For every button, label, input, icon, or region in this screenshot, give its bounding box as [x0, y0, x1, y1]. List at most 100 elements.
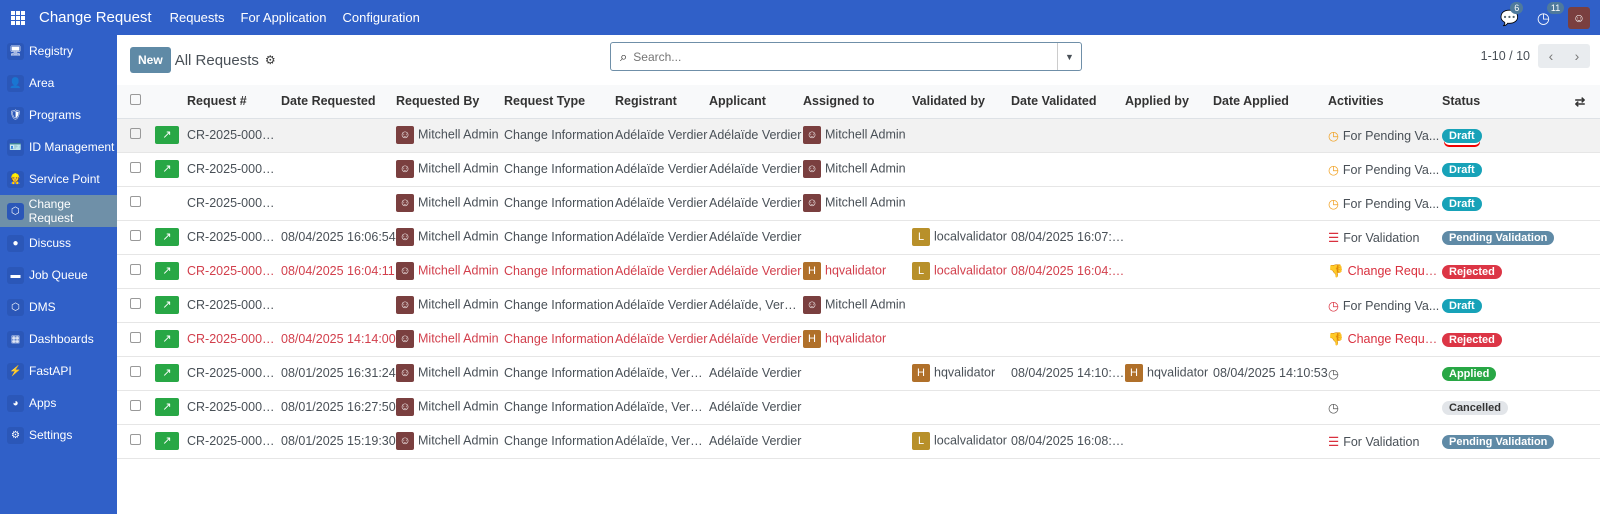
- clock-red-icon[interactable]: ◷: [1328, 299, 1339, 313]
- table-row[interactable]: ↗ CR-2025-000005 ☺ Mitchell Admin Change Inf…: [117, 288, 1600, 323]
- row-checkbox[interactable]: [130, 196, 141, 207]
- column-header-registrant[interactable]: Registrant: [615, 85, 709, 119]
- sidebar-item-registry[interactable]: 🖥 Registry: [0, 35, 117, 67]
- sidebar-item-id-management[interactable]: 🪪 ID Management: [0, 131, 117, 163]
- table-row[interactable]: ↗ CR-2025-000007 08/04/2025 16:06:54 ☺ Mitch…: [117, 220, 1600, 255]
- open-record-button[interactable]: ↗: [155, 398, 179, 416]
- list-red-icon[interactable]: ☰: [1328, 435, 1339, 449]
- column-header-date-requested[interactable]: Date Requested: [281, 85, 396, 119]
- column-header-activities[interactable]: Activities: [1328, 85, 1442, 119]
- open-record-button[interactable]: ↗: [155, 228, 179, 246]
- open-record-button[interactable]: ↗: [155, 126, 179, 144]
- sidebar-item-dms[interactable]: ⬡ DMS: [0, 291, 117, 323]
- optional-columns-toggle[interactable]: ⇄: [1560, 85, 1600, 119]
- row-checkbox[interactable]: [130, 128, 141, 139]
- activity-summary[interactable]: For Pending Va...: [1343, 197, 1439, 211]
- activities-cell[interactable]: 👎 Change Reques...: [1328, 322, 1442, 357]
- activity-summary[interactable]: For Validation: [1343, 231, 1419, 245]
- sidebar-item-change-request[interactable]: ⬡ Change Request: [0, 195, 117, 227]
- menu-for-application[interactable]: For Application: [241, 10, 327, 25]
- column-header-request-[interactable]: Request #: [187, 85, 281, 119]
- clock-gray-icon[interactable]: ◷: [1328, 401, 1339, 415]
- sidebar-item-apps[interactable]: ◕ Apps: [0, 387, 117, 419]
- sidebar-item-service-point[interactable]: 👷 Service Point: [0, 163, 117, 195]
- activity-summary[interactable]: For Pending Va...: [1343, 129, 1439, 143]
- messages-icon[interactable]: 💬 6: [1500, 1, 1524, 27]
- activity-summary[interactable]: Change Reques...: [1348, 332, 1442, 346]
- sidebar-item-discuss[interactable]: ● Discuss: [0, 227, 117, 259]
- activities-cell[interactable]: ◷: [1328, 390, 1442, 425]
- activities-cell[interactable]: ◷ For Pending Va...: [1328, 152, 1442, 187]
- row-checkbox[interactable]: [130, 162, 141, 173]
- app-menu-icon[interactable]: [11, 10, 25, 25]
- table-row[interactable]: ↗ CR-2025-000003 08/01/2025 16:31:24 ☺ Mitch…: [117, 356, 1600, 391]
- table-row[interactable]: CR-2025-000008 ☺ Mitchell Admin Change Info…: [117, 186, 1600, 221]
- search-options-dropdown[interactable]: ▼: [1057, 43, 1081, 70]
- row-checkbox[interactable]: [130, 366, 141, 377]
- pager-next-button[interactable]: ›: [1564, 44, 1590, 68]
- column-header-validated-by[interactable]: Validated by: [912, 85, 1011, 119]
- gear-icon[interactable]: ⚙: [265, 53, 276, 67]
- row-checkbox[interactable]: [130, 264, 141, 275]
- table-row[interactable]: ↗ CR-2025-000010 ☺ Mitchell Admin Change Inf…: [117, 118, 1600, 153]
- activities-icon[interactable]: ◷ 11: [1537, 1, 1565, 27]
- column-header-applied-by[interactable]: Applied by: [1125, 85, 1213, 119]
- app-title[interactable]: Change Request: [39, 9, 152, 26]
- sidebar-item-dashboards[interactable]: ▦ Dashboards: [0, 323, 117, 355]
- sidebar-item-job-queue[interactable]: ▬ Job Queue: [0, 259, 117, 291]
- table-row[interactable]: ↗ CR-2025-000004 08/04/2025 14:14:00 ☺ Mitch…: [117, 322, 1600, 357]
- thumbs-down-red-icon[interactable]: 👎: [1328, 264, 1344, 278]
- activities-cell[interactable]: ☰ For Validation: [1328, 424, 1442, 459]
- thumbs-down-red-icon[interactable]: 👎: [1328, 332, 1344, 346]
- row-checkbox[interactable]: [130, 230, 141, 241]
- pager-previous-button[interactable]: ‹: [1538, 44, 1564, 68]
- column-header-status[interactable]: Status: [1442, 85, 1560, 119]
- open-record-button[interactable]: ↗: [155, 160, 179, 178]
- open-record-button[interactable]: ↗: [155, 262, 179, 280]
- activities-cell[interactable]: ☰ For Validation: [1328, 220, 1442, 255]
- column-header-requested-by[interactable]: Requested By: [396, 85, 504, 119]
- clock-orange-icon[interactable]: ◷: [1328, 197, 1339, 211]
- clock-orange-icon[interactable]: ◷: [1328, 163, 1339, 177]
- open-record-button[interactable]: ↗: [155, 364, 179, 382]
- activity-summary[interactable]: For Pending Va...: [1343, 299, 1439, 313]
- row-checkbox[interactable]: [130, 332, 141, 343]
- column-header-assigned-to[interactable]: Assigned to: [803, 85, 912, 119]
- activities-cell[interactable]: ◷ For Pending Va...: [1328, 186, 1442, 221]
- sidebar-item-programs[interactable]: 🛡 Programs: [0, 99, 117, 131]
- clock-orange-icon[interactable]: ◷: [1328, 129, 1339, 143]
- table-row[interactable]: ↗ CR-2025-000006 08/04/2025 16:04:11 ☺ Mitch…: [117, 254, 1600, 289]
- menu-configuration[interactable]: Configuration: [343, 10, 420, 25]
- column-header-date-applied[interactable]: Date Applied: [1213, 85, 1328, 119]
- activities-cell[interactable]: ◷: [1328, 356, 1442, 391]
- list-red-icon[interactable]: ☰: [1328, 231, 1339, 245]
- row-checkbox[interactable]: [130, 400, 141, 411]
- row-checkbox[interactable]: [130, 434, 141, 445]
- sidebar-item-fastapi[interactable]: ⚡ FastAPI: [0, 355, 117, 387]
- open-record-button[interactable]: ↗: [155, 330, 179, 348]
- pager-value[interactable]: 1-10 / 10: [1481, 49, 1530, 63]
- table-row[interactable]: ↗ CR-2025-000002 08/01/2025 16:27:50 ☺ Mitch…: [117, 390, 1600, 425]
- open-record-button[interactable]: ↗: [155, 432, 179, 450]
- row-checkbox[interactable]: [130, 298, 141, 309]
- activity-summary[interactable]: For Pending Va...: [1343, 163, 1439, 177]
- activities-cell[interactable]: ◷ For Pending Va...: [1328, 288, 1442, 323]
- table-row[interactable]: ↗ CR-2025-000001 08/01/2025 15:19:30 ☺ Mitch…: [117, 424, 1600, 459]
- table-row[interactable]: ↗ CR-2025-000009 ☺ Mitchell Admin Change Inf…: [117, 152, 1600, 187]
- column-header-request-type[interactable]: Request Type: [504, 85, 615, 119]
- sidebar-item-settings[interactable]: ⚙ Settings: [0, 419, 117, 451]
- user-avatar[interactable]: ☺: [1568, 6, 1590, 29]
- activity-summary[interactable]: For Validation: [1343, 435, 1419, 449]
- menu-requests[interactable]: Requests: [170, 10, 225, 25]
- new-button[interactable]: New: [130, 47, 171, 73]
- open-record-button[interactable]: ↗: [155, 296, 179, 314]
- activities-cell[interactable]: 👎 Change Reques...: [1328, 254, 1442, 289]
- column-header-date-validated[interactable]: Date Validated: [1011, 85, 1125, 119]
- column-header-applicant[interactable]: Applicant: [709, 85, 803, 119]
- clock-gray-icon[interactable]: ◷: [1328, 367, 1339, 381]
- sidebar-item-area[interactable]: 👤 Area: [0, 67, 117, 99]
- select-all-checkbox[interactable]: [130, 94, 141, 106]
- activities-cell[interactable]: ◷ For Pending Va...: [1328, 118, 1442, 153]
- activity-summary[interactable]: Change Reques...: [1348, 264, 1442, 278]
- search-input[interactable]: [633, 49, 1057, 64]
